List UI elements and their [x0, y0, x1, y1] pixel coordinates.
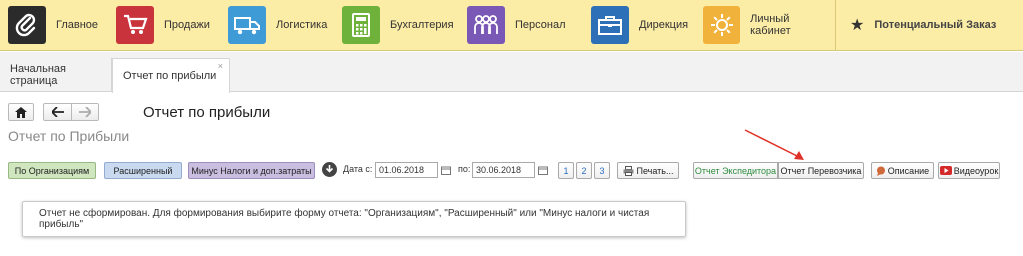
- page-title: Отчет по прибыли: [143, 104, 271, 121]
- forward-button[interactable]: [71, 103, 99, 121]
- section-label: Личный кабинет: [750, 13, 791, 37]
- printer-icon: [623, 165, 633, 176]
- calculator-icon: [342, 6, 380, 44]
- description-button[interactable]: Описание: [871, 162, 934, 179]
- by-organizations-button[interactable]: По Организациям: [8, 162, 96, 179]
- date-from-label: Дата с:: [343, 164, 373, 174]
- report-message: Отчет не сформирован. Для формирования в…: [22, 201, 686, 237]
- carrier-report-button[interactable]: Отчет Перевозчика: [778, 162, 864, 179]
- tab-label: Начальная страница: [10, 63, 66, 87]
- calendar-icon[interactable]: [536, 162, 549, 178]
- section-logistics[interactable]: Логистика: [220, 0, 334, 51]
- truck-icon: [228, 6, 266, 44]
- download-icon[interactable]: [322, 162, 337, 177]
- gear-icon: [703, 6, 741, 44]
- paperclip-icon: [8, 6, 46, 44]
- video-tutorial-button[interactable]: Видеоурок: [938, 162, 1000, 179]
- date-to-field[interactable]: 30.06.2018: [472, 162, 535, 178]
- period-1-button[interactable]: 1: [558, 162, 574, 179]
- section-accounting[interactable]: Бухгалтерия: [334, 0, 459, 51]
- speech-bubble-icon: [876, 166, 885, 176]
- home-button[interactable]: [8, 103, 34, 121]
- calendar-icon[interactable]: [439, 162, 452, 178]
- period-3-button[interactable]: 3: [594, 162, 610, 179]
- sections-panel: Главное Продажи Логистика Бухгалтерия Пе…: [0, 0, 1023, 51]
- section-label: Бухгалтерия: [390, 19, 454, 31]
- cart-icon: [116, 6, 154, 44]
- tab-home[interactable]: Начальная страница: [0, 58, 112, 92]
- home-icon: [15, 106, 27, 118]
- people-icon: [467, 6, 505, 44]
- form-title: Отчет по Прибыли: [8, 128, 130, 144]
- section-label: Персонал: [515, 19, 566, 31]
- tab-profit-report[interactable]: Отчет по прибыли ×: [112, 58, 230, 93]
- section-label: Главное: [56, 19, 99, 31]
- tab-label: Отчет по прибыли: [123, 70, 217, 82]
- briefcase-icon: [591, 6, 629, 44]
- period-2-button[interactable]: 2: [576, 162, 592, 179]
- section-label: Продажи: [164, 19, 210, 31]
- date-from-field[interactable]: 01.06.2018: [375, 162, 438, 178]
- section-label: Логистика: [276, 19, 328, 31]
- section-personnel[interactable]: Персонал: [459, 0, 583, 51]
- arrow-left-icon: [51, 107, 64, 117]
- date-to-label: по:: [458, 164, 471, 174]
- open-tabs-bar: Начальная страница Отчет по прибыли ×: [0, 52, 1023, 93]
- youtube-icon: [939, 166, 952, 175]
- star-icon: ★: [850, 17, 865, 34]
- print-button[interactable]: Печать...: [617, 162, 679, 179]
- minus-taxes-button[interactable]: Минус Налоги и доп.затраты: [188, 162, 315, 179]
- back-button[interactable]: [43, 103, 71, 121]
- report-message-text: Отчет не сформирован. Для формирования в…: [39, 208, 650, 230]
- forwarder-report-button[interactable]: Отчет Экспедитора: [693, 162, 778, 179]
- video-tutorial-label: Видеоурок: [953, 165, 999, 176]
- extended-button[interactable]: Расширенный: [104, 162, 182, 179]
- potential-order-button[interactable]: ★ Потенциальный Заказ: [835, 0, 996, 51]
- section-management[interactable]: Дирекция: [583, 0, 695, 51]
- section-sales[interactable]: Продажи: [108, 0, 220, 51]
- section-main[interactable]: Главное: [0, 0, 108, 51]
- description-label: Описание: [887, 165, 930, 176]
- print-label: Печать...: [636, 165, 674, 176]
- section-personal-account[interactable]: Личный кабинет: [695, 0, 831, 51]
- section-label: Дирекция: [639, 19, 689, 31]
- arrow-right-icon: [79, 107, 91, 117]
- close-icon[interactable]: ×: [218, 61, 223, 71]
- potential-order-label: Потенциальный Заказ: [874, 19, 997, 31]
